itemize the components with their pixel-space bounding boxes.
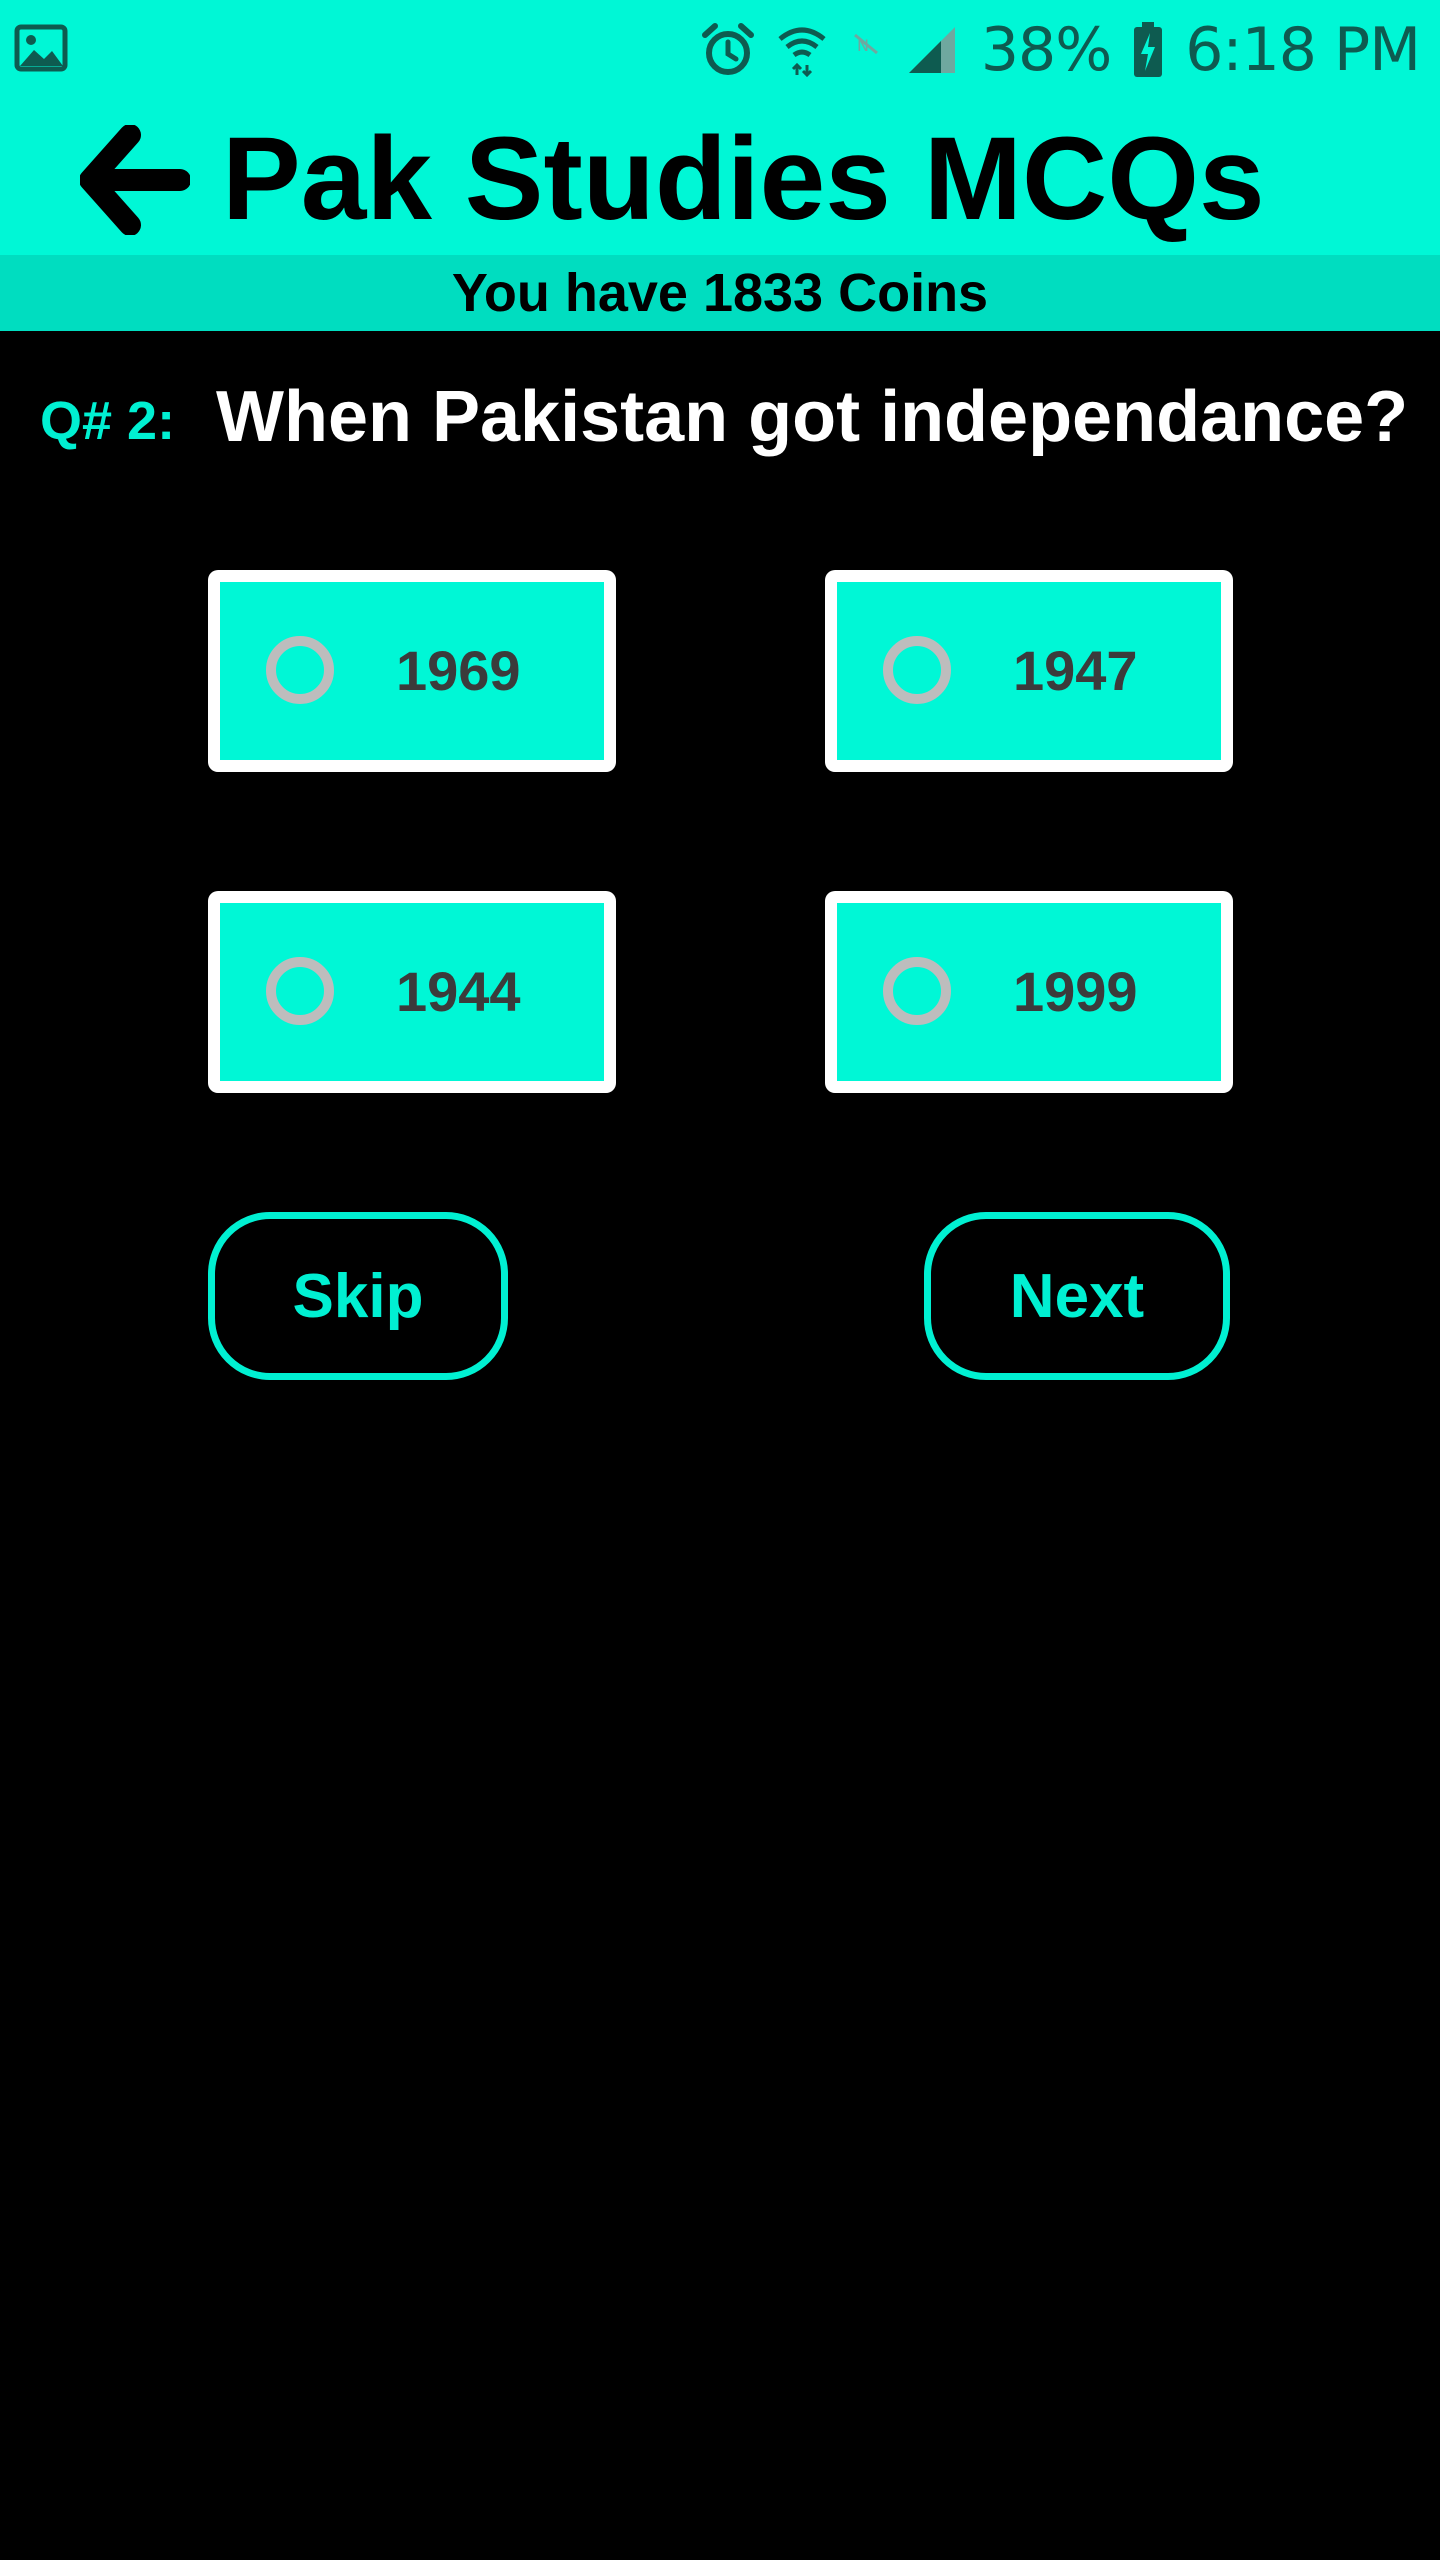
option-4[interactable]: 1999 (825, 891, 1233, 1093)
wifi-icon (778, 27, 826, 77)
status-bar: N 38% 6:18 PM (0, 0, 1440, 100)
radio-button-icon[interactable] (883, 957, 951, 1025)
battery-percent: 38% (980, 15, 1112, 85)
page-title: Pak Studies MCQs (222, 113, 1265, 245)
arrow-left-icon (80, 125, 190, 235)
option-1[interactable]: 1969 (208, 570, 616, 772)
option-label: 1969 (396, 639, 521, 702)
image-icon (14, 24, 68, 72)
option-label: 1999 (1013, 960, 1138, 1023)
alarm-icon (701, 23, 754, 75)
question-text: When Pakistan got independance? (216, 377, 1409, 457)
coins-text: You have 1833 Coins (451, 263, 989, 323)
signal-icon (908, 27, 955, 73)
radio-button-icon[interactable] (883, 636, 951, 704)
status-icons: N 38% 6:18 PM (701, 10, 1421, 90)
radio-button-icon[interactable] (266, 957, 334, 1025)
no-sim-icon: N (853, 33, 878, 55)
app-bar: Pak Studies MCQs (0, 100, 1440, 255)
coins-banner: You have 1833 Coins (0, 255, 1440, 331)
back-button[interactable] (70, 120, 200, 240)
next-button[interactable]: Next (924, 1212, 1230, 1380)
svg-text:N: N (857, 36, 869, 55)
skip-button[interactable]: Skip (208, 1212, 508, 1380)
clock: 6:18 PM (1185, 15, 1421, 85)
option-label: 1944 (396, 960, 521, 1023)
battery-charging-icon (1134, 22, 1163, 77)
option-label: 1947 (1013, 639, 1138, 702)
radio-button-icon[interactable] (266, 636, 334, 704)
option-3[interactable]: 1944 (208, 891, 616, 1093)
question-number: Q# 2: (40, 391, 176, 451)
option-2[interactable]: 1947 (825, 570, 1233, 772)
